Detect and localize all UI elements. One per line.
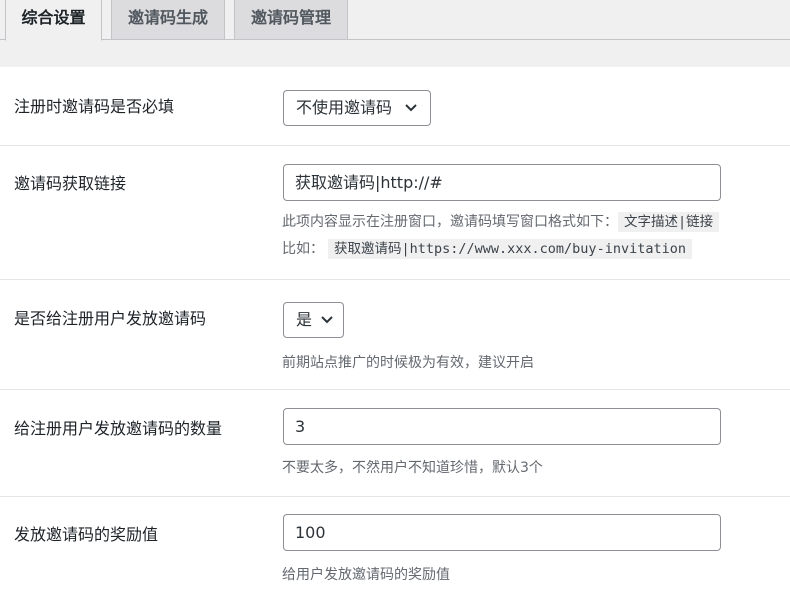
give-select[interactable]: 是 <box>283 302 344 338</box>
give-description: 前期站点推广的时候极为有效，建议开启 <box>282 355 534 371</box>
select-value: 不使用邀请码 <box>296 98 393 117</box>
count-description: 不要太多，不然用户不知道珍惜，默认3个 <box>282 460 543 476</box>
setting-label: 给注册用户发放邀请码的数量 <box>14 419 223 438</box>
tab-generate-codes[interactable]: 邀请码生成 <box>111 0 225 40</box>
reward-input[interactable]: 100 <box>283 514 721 551</box>
setting-row-required: 注册时邀请码是否必填 不使用邀请码 <box>0 67 790 146</box>
settings-panel: 注册时邀请码是否必填 不使用邀请码 邀请码获取链接 获取邀请码|http://#… <box>0 67 790 594</box>
tab-manage-codes[interactable]: 邀请码管理 <box>234 0 348 40</box>
setting-row-count: 给注册用户发放邀请码的数量 3 不要太多，不然用户不知道珍惜，默认3个 <box>0 390 790 497</box>
link-example: 比如： 获取邀请码|https://www.xxx.com/buy-invitat… <box>282 237 692 259</box>
chevron-down-icon <box>405 104 417 112</box>
setting-row-give: 是否给注册用户发放邀请码 是 前期站点推广的时候极为有效，建议开启 <box>0 280 790 390</box>
count-input[interactable]: 3 <box>283 408 721 445</box>
setting-row-reward: 发放邀请码的奖励值 100 给用户发放邀请码的奖励值 <box>0 497 790 594</box>
setting-label: 发放邀请码的奖励值 <box>14 525 159 544</box>
link-description: 此项内容显示在注册窗口，邀请码填写窗口格式如下： 文字描述|链接 <box>282 210 720 232</box>
example-code: 获取邀请码|https://www.xxx.com/buy-invitation <box>328 239 692 259</box>
tab-bar: 综合设置 邀请码生成 邀请码管理 <box>0 0 790 41</box>
required-select[interactable]: 不使用邀请码 <box>283 90 431 126</box>
setting-label: 邀请码获取链接 <box>14 174 127 193</box>
format-code: 文字描述|链接 <box>618 212 720 232</box>
setting-label: 是否给注册用户发放邀请码 <box>14 309 207 328</box>
invite-link-input[interactable]: 获取邀请码|http://# <box>283 164 721 201</box>
tab-general-settings[interactable]: 综合设置 <box>5 0 102 41</box>
select-value: 是 <box>296 310 313 329</box>
chevron-down-icon <box>321 316 333 324</box>
reward-description: 给用户发放邀请码的奖励值 <box>282 567 450 583</box>
setting-row-link: 邀请码获取链接 获取邀请码|http://# 此项内容显示在注册窗口，邀请码填写… <box>0 146 790 280</box>
setting-label: 注册时邀请码是否必填 <box>14 97 175 116</box>
